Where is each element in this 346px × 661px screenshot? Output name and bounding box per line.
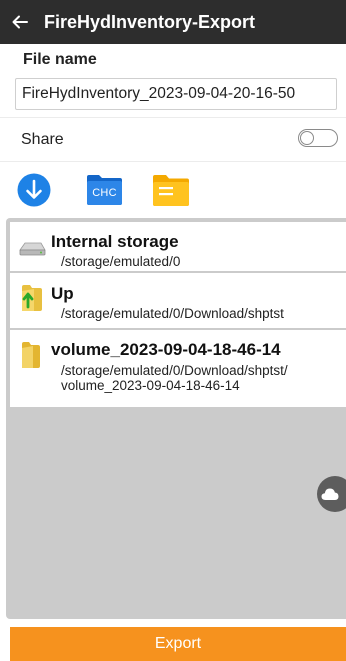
toggle-knob bbox=[300, 130, 314, 145]
item-title: Internal storage bbox=[51, 232, 179, 251]
list-item-up[interactable]: Up /storage/emulated/0/Download/shptst bbox=[10, 273, 346, 328]
file-name-label: File name bbox=[23, 51, 97, 68]
folder-up-icon bbox=[22, 285, 42, 311]
share-label: Share bbox=[21, 131, 64, 148]
file-name-field[interactable] bbox=[15, 78, 337, 110]
cloud-icon bbox=[321, 488, 339, 500]
app-header: FireHydInventory-Export bbox=[0, 0, 346, 44]
item-title: Up bbox=[51, 284, 74, 303]
download-circle-icon bbox=[17, 173, 51, 207]
chc-folder-button[interactable]: CHC bbox=[86, 172, 123, 206]
arrow-left-icon bbox=[12, 15, 28, 29]
cloud-button[interactable] bbox=[317, 476, 346, 512]
list-item-internal-storage[interactable]: Internal storage /storage/emulated/0 bbox=[10, 222, 346, 271]
divider bbox=[0, 161, 346, 162]
item-path-line-2: volume_2023-09-04-18-46-14 bbox=[61, 378, 240, 393]
download-button[interactable] bbox=[17, 173, 51, 207]
item-path-line-1: /storage/emulated/0/Download/shptst/ bbox=[61, 363, 288, 378]
file-list: Internal storage /storage/emulated/0 Up … bbox=[10, 222, 346, 409]
divider bbox=[0, 117, 346, 118]
chc-label: CHC bbox=[92, 187, 117, 199]
yellow-folder-icon bbox=[153, 175, 189, 206]
item-path: /storage/emulated/0/Download/shptst bbox=[61, 306, 284, 321]
back-button[interactable] bbox=[0, 0, 40, 44]
drive-icon bbox=[19, 242, 46, 256]
item-title: volume_2023-09-04-18-46-14 bbox=[51, 340, 281, 359]
item-path: /storage/emulated/0 bbox=[61, 254, 181, 269]
share-toggle[interactable] bbox=[298, 129, 338, 147]
page-title: FireHydInventory-Export bbox=[44, 11, 256, 32]
folder-icon bbox=[22, 342, 40, 368]
folder-button[interactable] bbox=[152, 172, 190, 207]
export-button[interactable]: Export bbox=[10, 627, 346, 661]
list-item-volume-folder[interactable]: volume_2023-09-04-18-46-14 /storage/emul… bbox=[10, 330, 346, 407]
